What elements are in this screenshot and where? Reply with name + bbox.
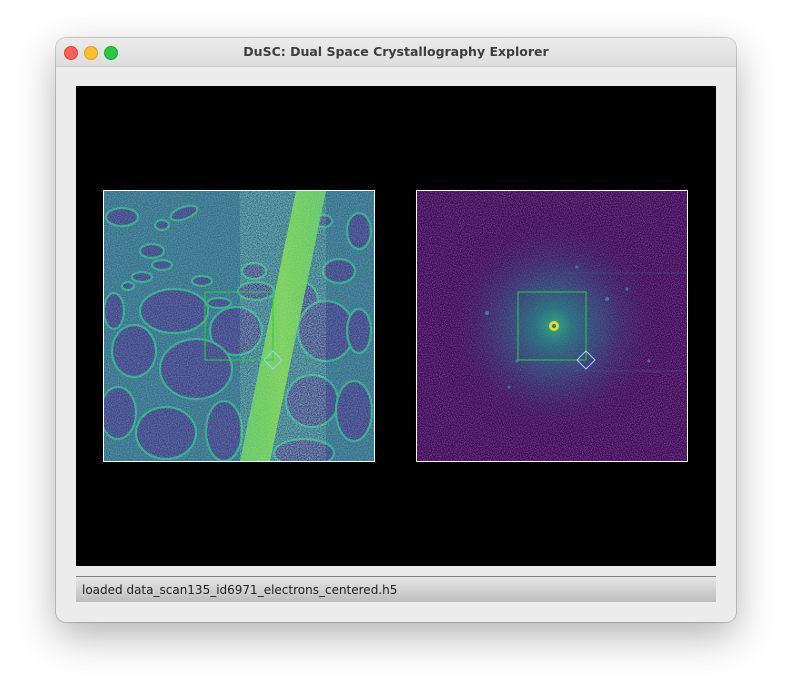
status-message: loaded data_scan135_id6971_electrons_cen… [82, 583, 398, 597]
window-title: DuSC: Dual Space Crystallography Explore… [243, 44, 549, 59]
title-bar[interactable]: DuSC: Dual Space Crystallography Explore… [56, 38, 736, 67]
real-space-image [104, 191, 374, 461]
status-bar: loaded data_scan135_id6971_electrons_cen… [76, 576, 716, 602]
diffraction-pattern-image [417, 191, 687, 461]
app-window: DuSC: Dual Space Crystallography Explore… [56, 38, 736, 622]
diffraction-pattern-panel[interactable] [416, 190, 688, 462]
real-space-image-panel[interactable] [103, 190, 375, 462]
figure-canvas[interactable] [76, 86, 716, 566]
